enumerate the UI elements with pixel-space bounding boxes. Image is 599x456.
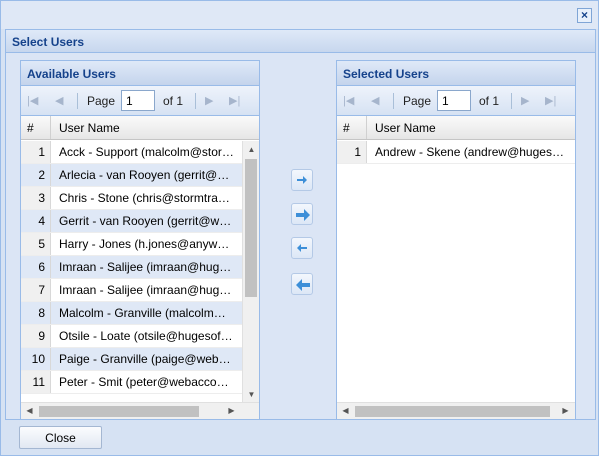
last-page-icon[interactable]: ▶| — [545, 95, 556, 107]
close-button[interactable]: Close — [19, 426, 102, 449]
user-name-cell: Peter - Smit (peter@webaccounting.co.za) — [59, 375, 242, 389]
table-row[interactable]: 6 Imraan - Salijee (imraan@hugesoftware.c… — [21, 256, 242, 279]
scrollbar-thumb[interactable] — [245, 159, 257, 297]
add-all-button[interactable] — [291, 203, 313, 225]
column-header-user-name[interactable]: User Name — [368, 116, 575, 139]
column-header-user-name[interactable]: User Name — [52, 116, 259, 139]
page-label: Page — [403, 94, 432, 108]
table-row[interactable]: 3 Chris - Stone (chris@stormtrader.com) — [21, 187, 242, 210]
column-header-num[interactable]: # — [337, 116, 367, 139]
user-name-cell: Otsile - Loate (otsile@hugesoftware.com) — [59, 329, 242, 343]
selected-users-title: Selected Users — [337, 61, 575, 86]
arrow-right-large-icon — [296, 209, 310, 221]
row-number: 10 — [21, 348, 51, 370]
selected-users-rows: 1 Andrew - Skene (andrew@hugesoft... — [337, 141, 575, 403]
remove-all-button[interactable] — [291, 273, 313, 295]
user-name-cell: Harry - Jones (h.jones@anywhere.com) — [59, 237, 242, 251]
row-number: 8 — [21, 302, 51, 324]
user-name-cell: Acck - Support (malcolm@stormtrader.com) — [59, 145, 242, 159]
selected-users-grid: Selected Users |◀ ◀ Page of 1 ▶ ▶| # Use… — [336, 60, 576, 420]
scroll-down-icon[interactable]: ▼ — [243, 390, 260, 399]
scroll-left-icon[interactable]: ◀ — [21, 406, 38, 415]
prev-page-icon[interactable]: ◀ — [371, 95, 379, 107]
scrollbar-thumb[interactable] — [355, 406, 550, 417]
available-users-horizontal-scrollbar[interactable]: ◀ ▶ — [21, 402, 259, 419]
table-row[interactable]: 1 Andrew - Skene (andrew@hugesoft... — [337, 141, 575, 164]
available-users-pager: |◀ ◀ Page of 1 ▶ ▶| — [21, 86, 259, 116]
pager-divider — [511, 93, 512, 109]
available-users-grid: Available Users |◀ ◀ Page of 1 ▶ ▶| # Us… — [20, 60, 260, 420]
user-name-cell: Chris - Stone (chris@stormtrader.com) — [59, 191, 242, 205]
row-number: 7 — [21, 279, 51, 301]
pager-divider — [393, 93, 394, 109]
row-number: 2 — [21, 164, 51, 186]
next-page-icon[interactable]: ▶ — [205, 95, 213, 107]
selected-users-horizontal-scrollbar[interactable]: ◀ ▶ — [337, 402, 575, 419]
available-users-rows: 1 Acck - Support (malcolm@stormtrader.com… — [21, 141, 242, 403]
row-number: 4 — [21, 210, 51, 232]
page-count-label: of 1 — [479, 94, 500, 108]
table-row[interactable]: 5 Harry - Jones (h.jones@anywhere.com) — [21, 233, 242, 256]
last-page-icon[interactable]: ▶| — [229, 95, 240, 107]
row-number: 3 — [21, 187, 51, 209]
close-window-icon[interactable]: × — [577, 8, 592, 23]
table-row[interactable]: 11 Peter - Smit (peter@webaccounting.co.z… — [21, 371, 242, 394]
table-row[interactable]: 10 Paige - Granville (paige@webaccounting… — [21, 348, 242, 371]
table-row[interactable]: 7 Imraan - Salijee (imraan@hugesoftware.c… — [21, 279, 242, 302]
arrow-left-small-icon — [297, 244, 307, 252]
prev-page-icon[interactable]: ◀ — [55, 95, 63, 107]
scrollbar-thumb[interactable] — [39, 406, 199, 417]
row-number: 9 — [21, 325, 51, 347]
table-row[interactable]: 1 Acck - Support (malcolm@stormtrader.com… — [21, 141, 242, 164]
user-name-cell: Paige - Granville (paige@webaccounting.c… — [59, 352, 242, 366]
scroll-up-icon[interactable]: ▲ — [243, 145, 260, 154]
page-number-input[interactable] — [121, 90, 155, 111]
user-name-cell: Gerrit - van Rooyen (gerrit@webaccountin… — [59, 214, 242, 228]
table-row[interactable]: 4 Gerrit - van Rooyen (gerrit@webaccounti… — [21, 210, 242, 233]
available-users-vertical-scrollbar[interactable]: ▲ ▼ — [242, 141, 259, 403]
dialog-title: Select Users — [6, 30, 595, 53]
page-count-label: of 1 — [163, 94, 184, 108]
row-number: 6 — [21, 256, 51, 278]
selected-users-column-headers: # User Name — [337, 116, 575, 140]
row-number: 1 — [337, 141, 367, 163]
pager-divider — [195, 93, 196, 109]
user-name-cell: Imraan - Salijee (imraan@hugesoftware.co… — [59, 283, 242, 297]
available-users-column-headers: # User Name — [21, 116, 259, 140]
row-number: 5 — [21, 233, 51, 255]
user-name-cell: Andrew - Skene (andrew@hugesoft... — [375, 145, 575, 159]
first-page-icon[interactable]: |◀ — [343, 95, 354, 107]
column-header-num[interactable]: # — [21, 116, 51, 139]
scroll-right-icon[interactable]: ▶ — [557, 406, 574, 415]
scroll-left-icon[interactable]: ◀ — [337, 406, 354, 415]
user-name-cell: Arlecia - van Rooyen (gerrit@webaccounti… — [59, 168, 242, 182]
selected-users-pager: |◀ ◀ Page of 1 ▶ ▶| — [337, 86, 575, 116]
row-number: 1 — [21, 141, 51, 163]
table-row[interactable]: 8 Malcolm - Granville (malcolm@stormtrade… — [21, 302, 242, 325]
pager-divider — [77, 93, 78, 109]
remove-selected-button[interactable] — [291, 237, 313, 259]
page-number-input[interactable] — [437, 90, 471, 111]
select-users-panel: Select Users Available Users |◀ ◀ Page o… — [5, 29, 596, 420]
row-number: 11 — [21, 371, 51, 393]
table-row[interactable]: 2 Arlecia - van Rooyen (gerrit@webaccount… — [21, 164, 242, 187]
arrow-right-small-icon — [297, 176, 307, 184]
user-name-cell: Malcolm - Granville (malcolm@stormtrader… — [59, 306, 242, 320]
add-selected-button[interactable] — [291, 169, 313, 191]
arrow-left-large-icon — [296, 279, 310, 291]
window-topbar: × — [1, 1, 598, 29]
next-page-icon[interactable]: ▶ — [521, 95, 529, 107]
user-name-cell: Imraan - Salijee (imraan@hugesoftware.co… — [59, 260, 242, 274]
table-row[interactable]: 9 Otsile - Loate (otsile@hugesoftware.com… — [21, 325, 242, 348]
available-users-title: Available Users — [21, 61, 259, 86]
scroll-right-icon[interactable]: ▶ — [223, 406, 240, 415]
select-users-window: × Select Users Available Users |◀ ◀ Page… — [0, 0, 599, 456]
page-label: Page — [87, 94, 116, 108]
first-page-icon[interactable]: |◀ — [27, 95, 38, 107]
